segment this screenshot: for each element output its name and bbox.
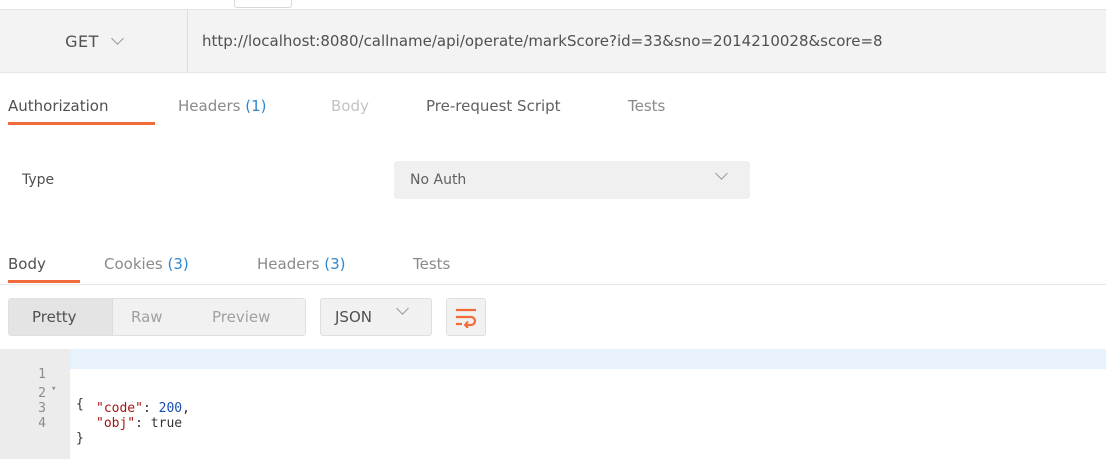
tab-pre-request-script[interactable]: Pre-request Script bbox=[426, 78, 561, 134]
tab-label: Pre-request Script bbox=[426, 97, 561, 115]
tab-label: Body bbox=[8, 255, 46, 273]
request-tabs: Authorization Headers (1) Body Pre-reque… bbox=[0, 78, 1106, 134]
json-key: "obj" bbox=[96, 416, 136, 431]
code-text: "obj": true bbox=[96, 416, 182, 431]
url-input[interactable]: http://localhost:8080/callname/api/opera… bbox=[202, 10, 883, 72]
method-label: GET bbox=[65, 31, 99, 51]
partial-tab-edge bbox=[234, 0, 292, 8]
tab-label: Tests bbox=[413, 255, 451, 273]
code-line: 1 ▾ { bbox=[0, 352, 1106, 412]
tab-label: Tests bbox=[628, 97, 666, 115]
tab-label: Body bbox=[331, 97, 369, 115]
tab-label: Headers bbox=[257, 255, 320, 273]
chevron-down-icon bbox=[396, 302, 409, 315]
active-tab-indicator bbox=[8, 122, 155, 125]
code-line: 2 "code": 200, bbox=[0, 371, 1106, 416]
code-line: 4 } bbox=[0, 401, 1106, 446]
tab-count: (3) bbox=[324, 255, 346, 273]
tab-authorization[interactable]: Authorization bbox=[8, 78, 108, 134]
divider bbox=[0, 284, 1106, 285]
line-number: 4 bbox=[38, 416, 46, 431]
response-body-viewer[interactable]: 1 ▾ { 2 "code": 200, 3 "obj": true 4 } bbox=[0, 349, 1106, 459]
tab-headers[interactable]: Headers (1) bbox=[178, 78, 266, 134]
view-raw-button[interactable]: Raw bbox=[131, 299, 163, 335]
request-bar: GET http://localhost:8080/callname/api/o… bbox=[0, 10, 1106, 73]
tab-label: Authorization bbox=[8, 97, 109, 115]
auth-type-value: No Auth bbox=[410, 172, 467, 188]
tab-count: (3) bbox=[167, 255, 189, 273]
wrap-lines-icon bbox=[456, 308, 477, 328]
auth-type-select[interactable]: No Auth bbox=[394, 161, 750, 199]
tab-label: Cookies bbox=[104, 255, 163, 273]
chevron-down-icon bbox=[111, 32, 124, 45]
tab-count: (1) bbox=[245, 97, 267, 115]
code-line: 3 "obj": true bbox=[0, 386, 1106, 431]
format-value: JSON bbox=[335, 308, 372, 326]
view-mode-switcher: Pretty Raw Preview bbox=[8, 298, 306, 336]
wrap-lines-button[interactable] bbox=[446, 298, 486, 336]
tab-body[interactable]: Body bbox=[331, 78, 369, 134]
view-preview-button[interactable]: Preview bbox=[212, 299, 270, 335]
json-separator: : bbox=[135, 416, 151, 431]
json-boolean: true bbox=[150, 416, 183, 431]
format-dropdown[interactable]: JSON bbox=[320, 298, 432, 336]
code-text: } bbox=[76, 431, 84, 446]
method-dropdown[interactable]: GET bbox=[0, 10, 188, 72]
view-pretty-button[interactable]: Pretty bbox=[32, 299, 77, 335]
tab-label: Headers bbox=[178, 97, 241, 115]
tab-tests[interactable]: Tests bbox=[628, 78, 665, 134]
active-tab-indicator bbox=[8, 280, 80, 283]
auth-type-label: Type bbox=[22, 172, 55, 188]
chevron-down-icon bbox=[715, 167, 728, 180]
top-edge bbox=[0, 0, 1106, 10]
